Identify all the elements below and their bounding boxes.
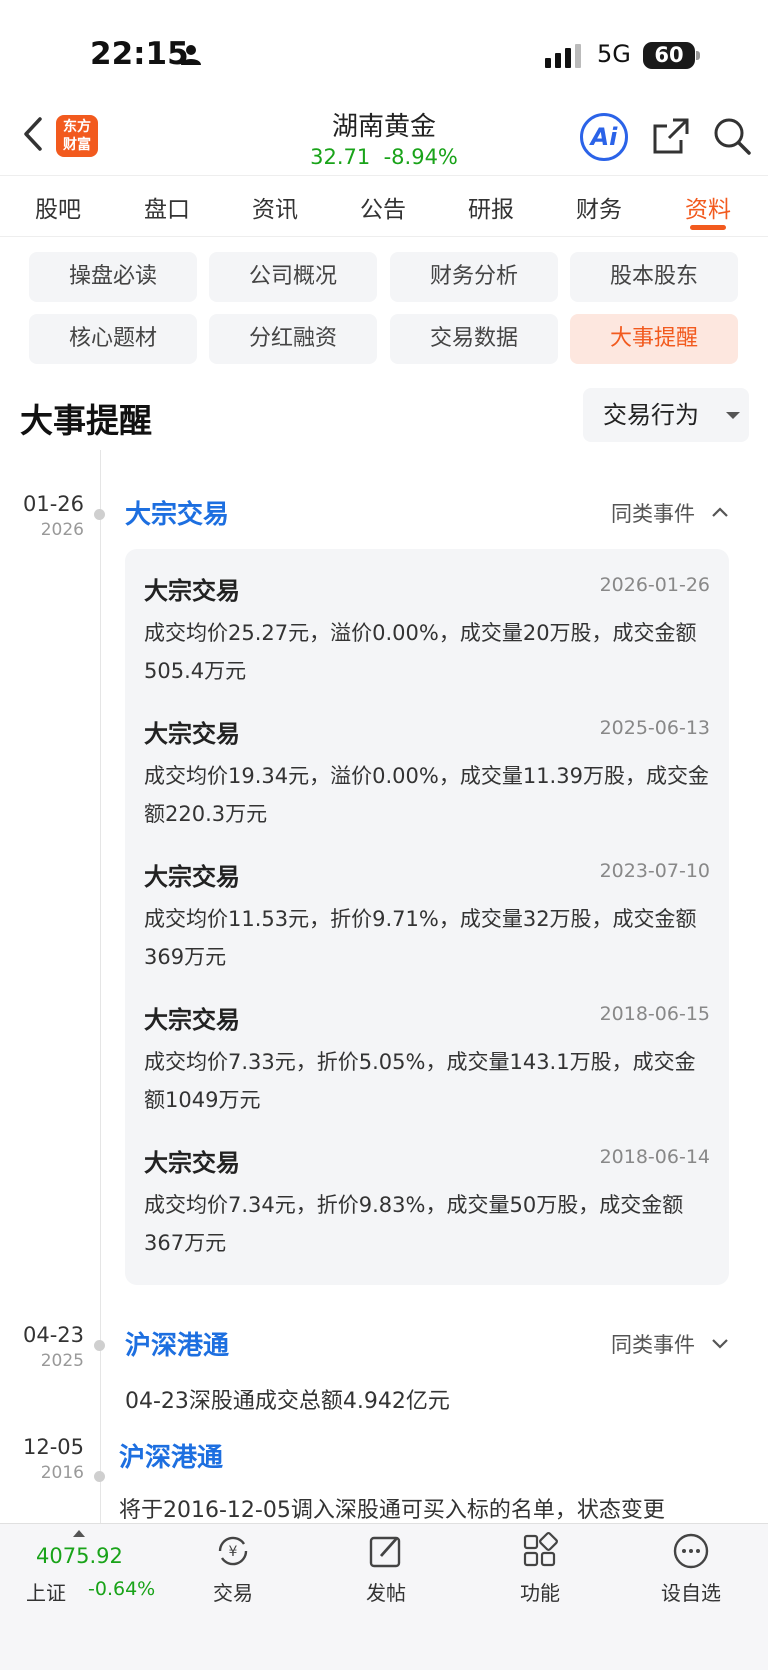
- event-item-desc: 成交均价19.34元，溢价0.00%，成交量11.39万股，成交金额220.3万…: [144, 764, 709, 826]
- search-icon[interactable]: [712, 116, 752, 156]
- svg-text:¥: ¥: [229, 1544, 238, 1560]
- event-year: 2026: [40, 520, 84, 540]
- similar-events-toggle[interactable]: 同类事件: [611, 1329, 695, 1359]
- yuan-exchange-icon[interactable]: ¥: [214, 1532, 252, 1570]
- active-tab-indicator: [690, 225, 726, 230]
- chevron-down-icon[interactable]: [711, 1337, 729, 1349]
- tab-profile[interactable]: 资料: [668, 190, 748, 224]
- signal-icon: [545, 44, 581, 68]
- index-value[interactable]: 4075.92: [36, 1544, 123, 1568]
- chevron-up-icon[interactable]: [711, 506, 729, 518]
- chevron-down-icon: [726, 412, 740, 419]
- status-time: 22:15: [90, 36, 189, 72]
- event-year: 2025: [40, 1351, 84, 1371]
- event-year: 2016: [40, 1463, 84, 1483]
- ai-button[interactable]: Ai: [580, 113, 628, 161]
- index-name[interactable]: 上证: [26, 1577, 66, 1606]
- timeline-dot: [94, 509, 105, 520]
- battery-tip: [696, 51, 700, 60]
- event-type-filter[interactable]: 交易行为: [583, 388, 749, 442]
- event-item-desc: 成交均价11.53元，折价9.71%，成交量32万股，成交金额369万元: [144, 907, 697, 969]
- tab-guba[interactable]: 股吧: [18, 190, 98, 224]
- stock-change: -8.94%: [383, 145, 458, 169]
- event-item-title: 大宗交易: [144, 1006, 240, 1034]
- event-item-date: 2023-07-10: [599, 860, 710, 882]
- event-date: 01-26: [22, 492, 84, 516]
- event-title[interactable]: 沪深港通: [125, 1325, 229, 1362]
- battery-level: 60: [643, 42, 695, 69]
- timeline-line: [100, 450, 101, 1525]
- stock-price: 32.71: [310, 145, 371, 169]
- chip-financial-analysis[interactable]: 财务分析: [390, 252, 558, 302]
- timeline-dot: [94, 1471, 105, 1482]
- chip-major-events[interactable]: 大事提醒: [570, 314, 738, 364]
- tab-research[interactable]: 研报: [451, 190, 531, 224]
- timeline-dot: [94, 1340, 105, 1351]
- event-summary: 将于2016-12-05调入深股通可买入标的名单，状态变更: [119, 1498, 665, 1523]
- person-icon: [181, 45, 201, 65]
- expand-up-icon[interactable]: [73, 1530, 85, 1537]
- add-watchlist-button[interactable]: 设自选: [631, 1577, 751, 1606]
- edit-icon[interactable]: [367, 1532, 405, 1570]
- grid-icon[interactable]: [521, 1532, 559, 1570]
- event-item-date: 2026-01-26: [599, 574, 710, 596]
- post-button[interactable]: 发帖: [326, 1577, 446, 1606]
- event-item-desc: 成交均价7.34元，折价9.83%，成交量50万股，成交金额367万元: [144, 1193, 684, 1255]
- similar-events-toggle[interactable]: 同类事件: [611, 498, 695, 528]
- chip-company-overview[interactable]: 公司概况: [209, 252, 377, 302]
- event-title[interactable]: 沪深港通: [119, 1437, 223, 1474]
- event-item-date: 2018-06-15: [599, 1003, 710, 1025]
- event-item-desc: 成交均价7.33元，折价5.05%，成交量143.1万股，成交金额1049万元: [144, 1050, 696, 1112]
- event-item-title: 大宗交易: [144, 720, 240, 748]
- event-item-desc: 成交均价25.27元，溢价0.00%，成交量20万股，成交金额505.4万元: [144, 621, 697, 683]
- tab-finance[interactable]: 财务: [559, 190, 639, 224]
- chip-trade-data[interactable]: 交易数据: [390, 314, 558, 364]
- index-change[interactable]: -0.64%: [88, 1578, 155, 1600]
- event-item-title: 大宗交易: [144, 1149, 240, 1177]
- event-item-date: 2025-06-13: [599, 717, 710, 739]
- event-date: 12-05: [22, 1435, 84, 1459]
- tab-announcement[interactable]: 公告: [343, 190, 423, 224]
- event-item-date: 2018-06-14: [599, 1146, 710, 1168]
- tab-pankou[interactable]: 盘口: [127, 190, 207, 224]
- chip-shareholders[interactable]: 股本股东: [570, 252, 738, 302]
- event-item-title: 大宗交易: [144, 577, 240, 605]
- event-date: 04-23: [22, 1323, 84, 1347]
- network-type: 5G: [597, 40, 631, 68]
- event-summary: 04-23深股通成交总额4.942亿元: [125, 1389, 450, 1414]
- trade-button[interactable]: 交易: [173, 1577, 293, 1606]
- tab-news[interactable]: 资讯: [235, 190, 315, 224]
- functions-button[interactable]: 功能: [480, 1577, 600, 1606]
- chip-dividends[interactable]: 分红融资: [209, 314, 377, 364]
- share-icon[interactable]: [651, 116, 691, 156]
- event-title[interactable]: 大宗交易: [125, 494, 229, 531]
- chip-core-themes[interactable]: 核心题材: [29, 314, 197, 364]
- section-title: 大事提醒: [20, 401, 152, 440]
- chip-must-read[interactable]: 操盘必读: [29, 252, 197, 302]
- event-item-title: 大宗交易: [144, 863, 240, 891]
- tab-bar: 股吧 盘口 资讯 公告 研报 财务 资料: [0, 175, 768, 237]
- more-icon[interactable]: [672, 1532, 710, 1570]
